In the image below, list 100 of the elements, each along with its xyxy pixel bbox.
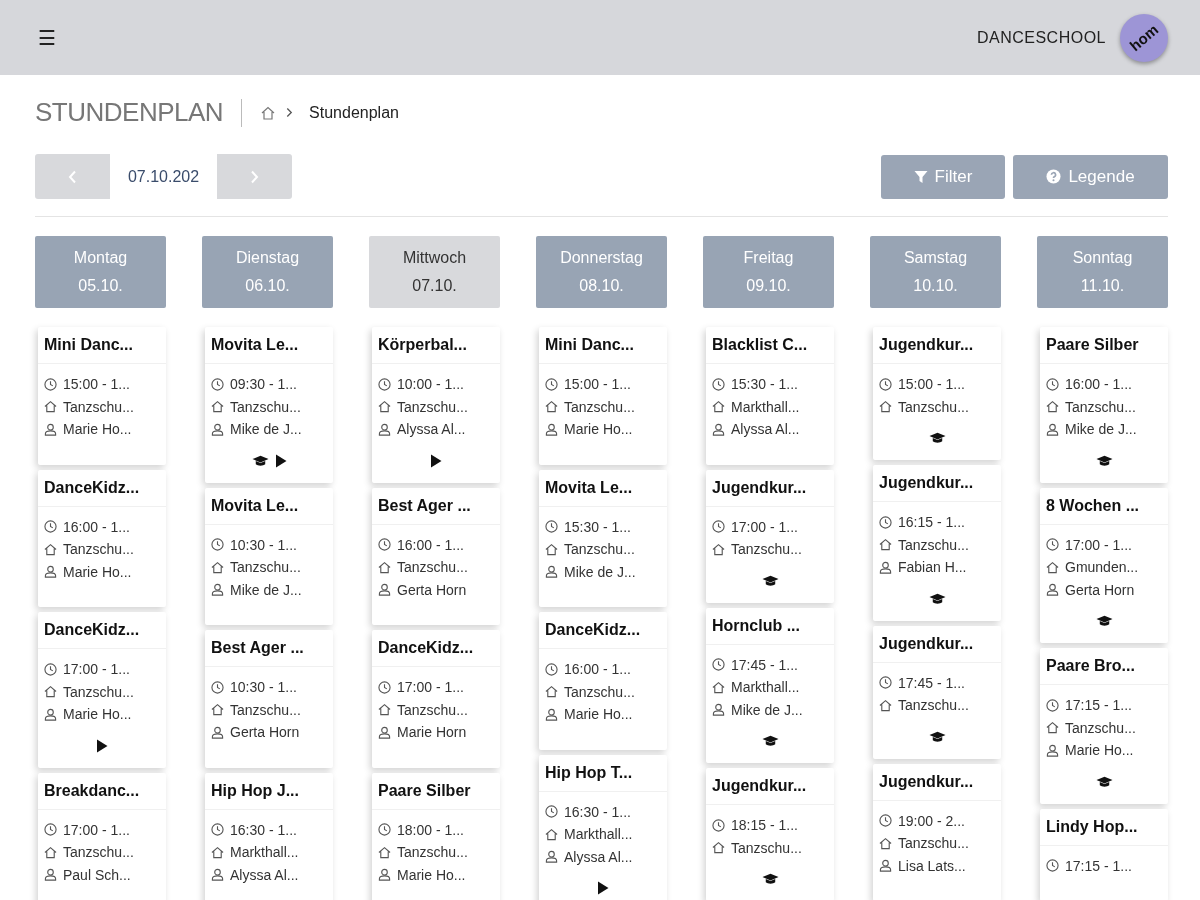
- clock-icon: [1046, 538, 1059, 552]
- lesson-title: Hip Hop T...: [539, 754, 667, 792]
- lesson-time: 17:00 - 1...: [63, 821, 130, 838]
- person-icon: [378, 422, 391, 436]
- lesson-teacher: Gerta Horn: [397, 581, 467, 598]
- home-icon[interactable]: [260, 104, 277, 121]
- person-icon: [545, 565, 558, 579]
- lesson-time: 18:00 - 1...: [397, 821, 464, 838]
- lesson-card[interactable]: Mini Danc... 15:00 - 1... Tanzschu... Marie Ho...: [38, 327, 166, 465]
- lesson-card[interactable]: Movita Le... 09:30 - 1... Tanzschu... Mike de J...: [205, 327, 333, 483]
- lesson-card[interactable]: Blacklist C... 15:30 - 1... Markthall... Alyssa Al...: [706, 327, 834, 465]
- lesson-card[interactable]: DanceKidz... 16:00 - 1... Tanzschu... Marie Ho...: [539, 612, 667, 750]
- lesson-card[interactable]: Jugendkur... 19:00 - 2... Tanzschu... Lisa Lats...: [873, 763, 1001, 900]
- lesson-teacher: Alyssa Al...: [564, 848, 633, 865]
- lesson-time: 17:15 - 1...: [1065, 697, 1132, 714]
- house-icon: [712, 680, 725, 694]
- person-icon: [211, 583, 224, 597]
- avatar[interactable]: hom: [1120, 13, 1168, 62]
- lesson-card[interactable]: Lindy Hop... 17:15 - 1...: [1040, 808, 1168, 900]
- lesson-location: Gmunden...: [1065, 559, 1139, 576]
- lesson-teacher: Mike de J...: [731, 701, 803, 718]
- lesson-card[interactable]: Körperbal... 10:00 - 1... Tanzschu... Alyssa Al...: [372, 327, 500, 483]
- lesson-location: Tanzschu...: [63, 683, 134, 700]
- person-icon: [1046, 583, 1059, 597]
- day-header[interactable]: Mittwoch 07.10.: [369, 236, 500, 308]
- lesson-card[interactable]: Jugendkur... 16:15 - 1... Tanzschu... Fabian H...: [873, 465, 1001, 621]
- house-icon: [378, 400, 391, 414]
- lesson-time: 17:00 - 1...: [1065, 536, 1132, 553]
- lesson-title: DanceKidz...: [372, 630, 500, 667]
- lesson-location: Tanzschu...: [1065, 398, 1136, 415]
- play-icon[interactable]: [274, 453, 287, 468]
- lesson-location: Tanzschu...: [898, 697, 969, 714]
- lesson-card[interactable]: 8 Wochen ... 17:00 - 1... Gmunden... Gerta Horn: [1040, 487, 1168, 643]
- lesson-time: 16:15 - 1...: [898, 514, 965, 531]
- lesson-title: DanceKidz...: [38, 469, 166, 507]
- lesson-location: Tanzschu...: [731, 839, 802, 856]
- lesson-teacher: Marie Horn: [397, 724, 467, 741]
- lesson-card[interactable]: DanceKidz... 17:00 - 1... Tanzschu... Marie Horn: [372, 630, 500, 768]
- lesson-teacher: Marie Ho...: [1065, 742, 1134, 759]
- lesson-card[interactable]: Paare Silber 18:00 - 1... Tanzschu... Marie Ho...: [372, 772, 500, 900]
- lesson-location: Tanzschu...: [564, 683, 635, 700]
- graduation-cap-icon: [251, 454, 269, 467]
- lesson-card[interactable]: Hip Hop J... 16:30 - 1... Markthall... Alyssa Al...: [205, 772, 333, 900]
- lesson-location: Markthall...: [731, 398, 800, 415]
- lesson-teacher: Marie Ho...: [564, 421, 633, 438]
- lesson-card[interactable]: Breakdanc... 17:00 - 1... Tanzschu... Paul Sch...: [38, 772, 166, 900]
- graduation-cap-icon: [761, 873, 779, 885]
- lesson-card[interactable]: Hornclub ... 17:45 - 1... Markthall... Mike de J...: [706, 607, 834, 763]
- lesson-time: 17:45 - 1...: [898, 674, 965, 691]
- lesson-card[interactable]: Mini Danc... 15:00 - 1... Tanzschu... Marie Ho...: [539, 327, 667, 465]
- lesson-card[interactable]: DanceKidz... 16:00 - 1... Tanzschu... Marie Ho...: [38, 469, 166, 607]
- lesson-card[interactable]: Best Ager ... 10:30 - 1... Tanzschu... Gerta Horn: [205, 630, 333, 768]
- lesson-time: 16:00 - 1...: [397, 536, 464, 553]
- lesson-time: 16:30 - 1...: [230, 821, 297, 838]
- lesson-card[interactable]: Movita Le... 10:30 - 1... Tanzschu... Mike de J...: [205, 487, 333, 625]
- clock-icon: [712, 377, 725, 391]
- clock-icon: [1046, 698, 1059, 712]
- person-icon: [879, 560, 892, 574]
- lesson-title: Blacklist C...: [706, 327, 834, 364]
- lesson-card[interactable]: DanceKidz... 17:00 - 1... Tanzschu... Marie Ho...: [38, 612, 166, 768]
- lesson-card[interactable]: Hip Hop T... 16:30 - 1... Markthall... Alyssa Al...: [539, 754, 667, 900]
- play-icon[interactable]: [96, 738, 108, 753]
- house-icon: [879, 836, 892, 850]
- lesson-teacher: Mike de J...: [230, 581, 302, 598]
- lesson-card[interactable]: Best Ager ... 16:00 - 1... Tanzschu... Gerta Horn: [372, 487, 500, 625]
- filter-icon: [913, 169, 928, 184]
- lesson-time: 15:00 - 1...: [898, 376, 965, 393]
- lesson-time: 16:00 - 1...: [564, 661, 631, 678]
- lesson-title: Movita Le...: [205, 327, 333, 364]
- clock-icon: [211, 680, 224, 694]
- chevron-left-icon: [68, 169, 77, 184]
- play-icon[interactable]: [597, 881, 609, 895]
- lesson-title: Mini Danc...: [539, 327, 667, 364]
- lesson-card[interactable]: Jugendkur... 15:00 - 1... Tanzschu...: [873, 327, 1001, 460]
- clock-icon: [712, 818, 725, 832]
- lesson-card[interactable]: Movita Le... 15:30 - 1... Tanzschu... Mike de J...: [539, 469, 667, 607]
- lesson-card[interactable]: Paare Silber 16:00 - 1... Tanzschu... Mike de J...: [1040, 327, 1168, 483]
- lesson-card[interactable]: Jugendkur... 17:45 - 1... Tanzschu...: [873, 625, 1001, 759]
- play-icon[interactable]: [430, 453, 442, 468]
- menu-button[interactable]: ☰: [38, 25, 56, 50]
- house-icon: [211, 560, 224, 574]
- house-icon: [712, 542, 725, 556]
- lesson-time: 16:00 - 1...: [1065, 376, 1132, 393]
- lesson-time: 09:30 - 1...: [230, 376, 297, 393]
- lesson-card[interactable]: Jugendkur... 18:15 - 1... Tanzschu...: [706, 768, 834, 900]
- lesson-title: Best Ager ...: [205, 630, 333, 667]
- lesson-title: Hip Hop J...: [205, 772, 333, 810]
- lesson-title: Paare Bro...: [1040, 648, 1168, 685]
- clock-icon: [378, 538, 391, 552]
- house-icon: [879, 538, 892, 552]
- lesson-card[interactable]: Jugendkur... 17:00 - 1... Tanzschu...: [706, 469, 834, 603]
- graduation-cap-icon: [928, 592, 946, 605]
- graduation-cap-icon: [928, 432, 946, 444]
- house-icon: [211, 703, 224, 717]
- clock-icon: [44, 520, 57, 534]
- house-icon: [1046, 560, 1059, 574]
- lesson-card[interactable]: Paare Bro... 17:15 - 1... Tanzschu... Marie Ho...: [1040, 648, 1168, 804]
- graduation-cap-icon: [1095, 775, 1113, 788]
- lesson-time: 17:00 - 1...: [63, 661, 130, 678]
- lesson-time: 16:30 - 1...: [564, 803, 631, 820]
